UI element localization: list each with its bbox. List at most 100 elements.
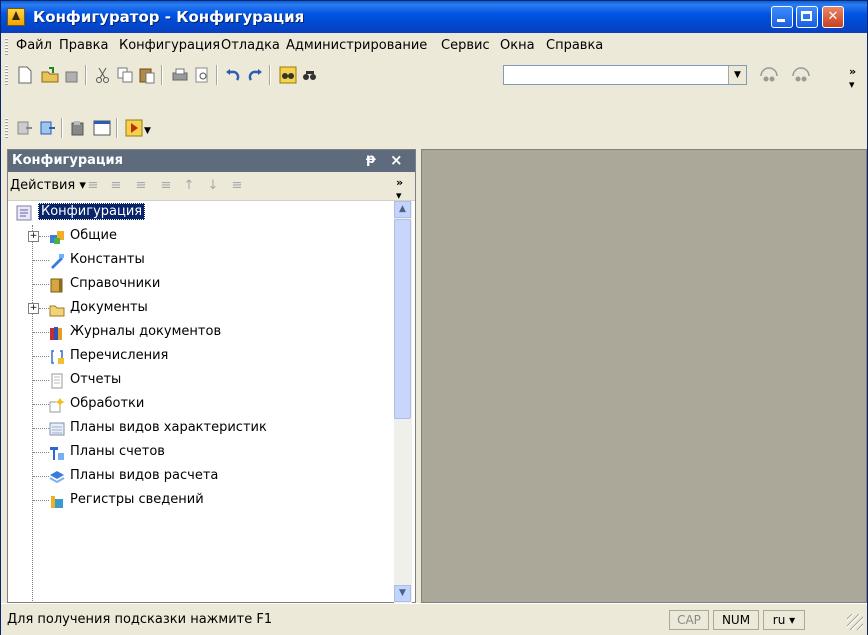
tree-item-label[interactable]: Отчеты xyxy=(70,372,121,387)
tree-scrollbar[interactable]: ▲ ▼ xyxy=(394,201,412,603)
toolbar-separator xyxy=(85,65,87,85)
panel-title: Конфигурация xyxy=(12,153,123,168)
maximize-button[interactable] xyxy=(796,6,818,28)
menu-help[interactable]: Справка xyxy=(546,38,603,53)
move-up-icon[interactable]: ↑ xyxy=(182,179,196,193)
tree-item-documents[interactable]: + Документы xyxy=(8,297,394,321)
new-file-icon[interactable] xyxy=(16,66,34,84)
journals-icon xyxy=(50,327,62,340)
tree-item-char-types[interactable]: Планы видов характеристик xyxy=(8,417,394,441)
print-preview-icon[interactable] xyxy=(193,66,211,84)
merge-config-icon[interactable] xyxy=(39,119,57,137)
toolbar-grip[interactable] xyxy=(5,118,8,138)
expand-icon[interactable]: + xyxy=(28,231,39,242)
minimize-button[interactable] xyxy=(771,6,793,28)
expand-icon[interactable]: + xyxy=(28,303,39,314)
pin-icon[interactable]: ᵽ xyxy=(366,152,376,167)
scroll-up-icon[interactable]: ▲ xyxy=(394,201,411,218)
find-icon[interactable] xyxy=(301,66,319,84)
accounts-icon xyxy=(50,447,64,460)
tree-item-label[interactable]: Перечисления xyxy=(70,348,168,363)
tree-item-common[interactable]: + Общие xyxy=(8,225,394,249)
tree-item-label[interactable]: Константы xyxy=(70,252,145,267)
tree-item-journals[interactable]: Журналы документов xyxy=(8,321,394,345)
find-in-files-icon[interactable] xyxy=(279,66,297,84)
tree-item-label[interactable]: Регистры сведений xyxy=(70,492,204,507)
tree-item-label[interactable]: Журналы документов xyxy=(70,324,221,339)
copy-icon[interactable] xyxy=(116,66,134,84)
tree-item-calc-types[interactable]: Планы видов расчета xyxy=(8,465,394,489)
title-bar[interactable]: Конфигуратор - Конфигурация ✕ xyxy=(1,1,867,33)
panel-header: Конфигурация ᵽ × xyxy=(8,150,415,172)
update-db-icon[interactable] xyxy=(69,119,87,137)
tree-item-enums[interactable]: Перечисления xyxy=(8,345,394,369)
tree-item-processing[interactable]: Обработки xyxy=(8,393,394,417)
language-selector[interactable]: ru ▾ xyxy=(763,610,805,630)
add-icon[interactable]: ≡ xyxy=(86,179,100,193)
catalogs-icon xyxy=(50,278,63,293)
panel-toolbar: Действия ▾ ≡ ≡ ≡ ≡ ↑ ↓ ≡ » ▾ xyxy=(8,172,415,202)
debug-start-icon[interactable] xyxy=(125,119,143,137)
calc-types-icon xyxy=(49,471,65,484)
menubar-grip[interactable] xyxy=(5,38,8,56)
menu-windows[interactable]: Окна xyxy=(500,38,535,53)
menu-administration[interactable]: Администрирование xyxy=(286,38,427,53)
enums-icon xyxy=(51,350,64,364)
menu-configuration[interactable]: Конфигурация xyxy=(119,38,220,53)
tree-item-label[interactable]: Документы xyxy=(70,300,148,315)
tree-item-label[interactable]: Обработки xyxy=(70,396,144,411)
tree-item-label[interactable]: Планы счетов xyxy=(70,444,165,459)
add-child-icon[interactable]: ≡ xyxy=(109,179,123,193)
open-folder-icon[interactable] xyxy=(41,66,59,84)
debug-dropdown-icon[interactable]: ▼ xyxy=(144,126,151,136)
compare-config-icon[interactable] xyxy=(16,119,34,137)
save-icon[interactable] xyxy=(63,66,81,84)
cut-icon[interactable] xyxy=(94,66,112,84)
tree-item-catalogs[interactable]: Справочники xyxy=(8,273,394,297)
tree-item-reports[interactable]: Отчеты xyxy=(8,369,394,393)
delete-icon[interactable]: ≡ xyxy=(159,179,173,193)
panel-toolbar-overflow-icon[interactable]: » ▾ xyxy=(396,176,403,202)
minimize-icon xyxy=(777,19,785,22)
sort-icon[interactable]: ≡ xyxy=(230,179,244,193)
redo-icon[interactable] xyxy=(246,66,264,84)
print-icon[interactable] xyxy=(171,66,189,84)
toolbar-grip[interactable] xyxy=(5,65,8,85)
menu-debug[interactable]: Отладка xyxy=(221,38,280,53)
tree-item-label[interactable]: Планы видов расчета xyxy=(70,468,218,483)
tree-connector xyxy=(33,380,49,381)
move-down-icon[interactable]: ↓ xyxy=(206,179,220,193)
scroll-thumb[interactable] xyxy=(394,219,411,419)
search-combobox[interactable]: ▼ xyxy=(503,65,747,85)
paste-icon[interactable] xyxy=(138,66,156,84)
tree-item-accounts[interactable]: Планы счетов xyxy=(8,441,394,465)
tree-connector xyxy=(33,356,49,357)
tree-item-info-registers[interactable]: Регистры сведений xyxy=(8,489,394,513)
resize-grip-icon[interactable] xyxy=(847,614,863,630)
secondary-toolbar: ▼ xyxy=(1,110,867,146)
menu-file[interactable]: Файл xyxy=(16,38,52,53)
maximize-icon xyxy=(801,11,812,21)
scroll-down-icon[interactable]: ▼ xyxy=(394,585,411,602)
tree-item-constants[interactable]: Константы xyxy=(8,249,394,273)
menu-edit[interactable]: Правка xyxy=(59,38,108,53)
actions-menu-button[interactable]: Действия ▾ xyxy=(10,178,86,193)
tree-connector xyxy=(33,404,49,405)
find-previous-icon[interactable] xyxy=(759,66,779,84)
undo-icon[interactable] xyxy=(224,66,242,84)
tree-item-label[interactable]: Конфигурация xyxy=(38,203,146,220)
menu-service[interactable]: Сервис xyxy=(441,38,490,53)
reports-icon xyxy=(51,373,63,389)
toolbar-overflow-icon[interactable]: » ▾ xyxy=(849,65,856,91)
chevron-down-icon[interactable]: ▼ xyxy=(728,66,746,84)
tree-item-configuration[interactable]: Конфигурация xyxy=(8,201,394,225)
tree-item-label[interactable]: Планы видов характеристик xyxy=(70,420,267,435)
toolbar-separator xyxy=(216,65,218,85)
window-icon[interactable] xyxy=(93,119,111,137)
find-next-icon[interactable] xyxy=(791,66,811,84)
close-button[interactable]: ✕ xyxy=(822,6,844,28)
tree-item-label[interactable]: Общие xyxy=(70,228,117,243)
edit-icon[interactable]: ≡ xyxy=(134,179,148,193)
panel-close-icon[interactable]: × xyxy=(390,151,403,169)
tree-item-label[interactable]: Справочники xyxy=(70,276,160,291)
